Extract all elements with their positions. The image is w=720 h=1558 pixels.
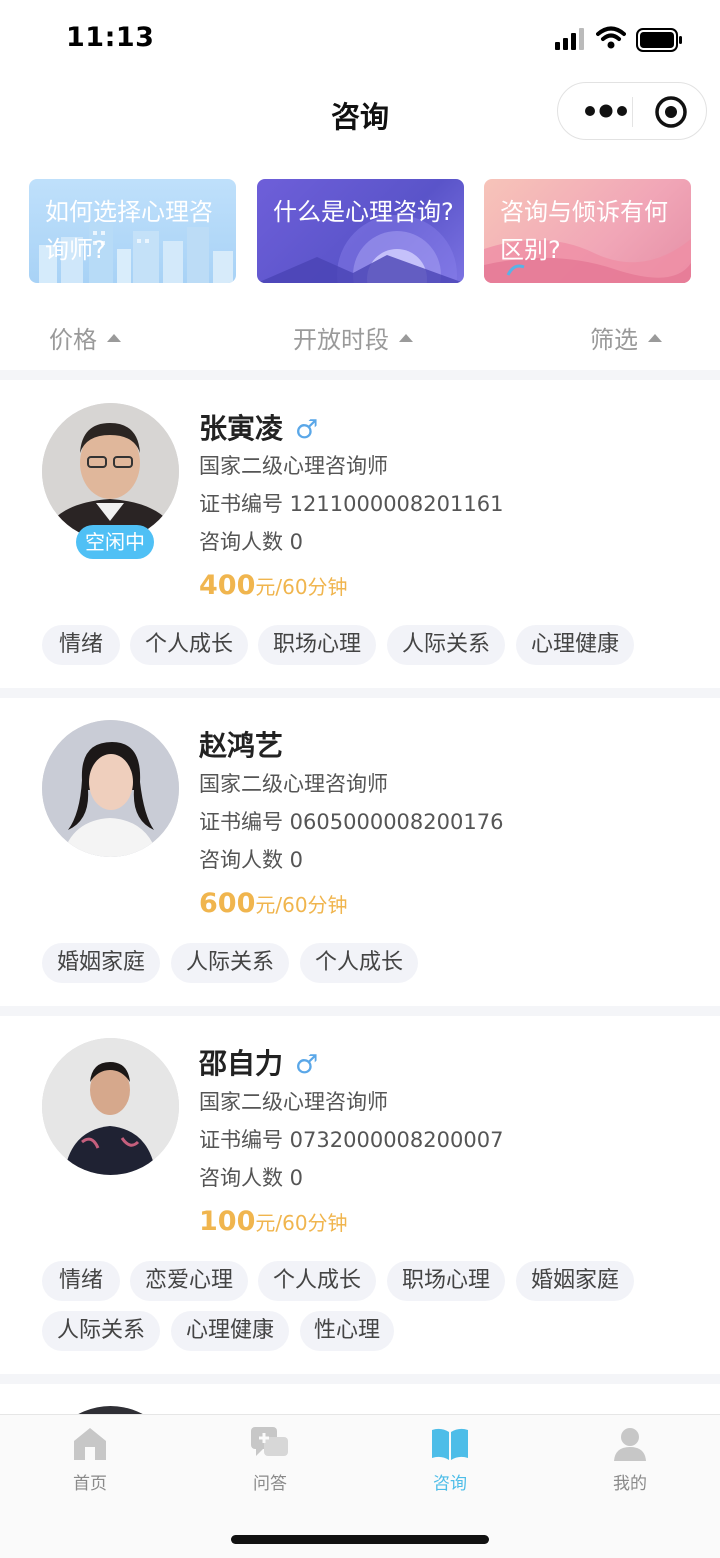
tag[interactable]: 情绪 bbox=[42, 1261, 120, 1301]
sort-up-icon bbox=[648, 334, 662, 342]
qa-icon bbox=[251, 1427, 288, 1456]
banner-what-is-counseling[interactable]: 什么是心理咨询? bbox=[257, 179, 464, 283]
miniprogram-capsule bbox=[557, 82, 707, 140]
tag[interactable]: 性心理 bbox=[300, 1311, 394, 1351]
certificate-number: 证书编号 0605000008200176 bbox=[199, 810, 504, 834]
tag[interactable]: 恋爱心理 bbox=[130, 1261, 248, 1301]
counselor-card[interactable]: 空闲中 张寅凌 ♂ 国家二级心理咨询师 证书编号 1211000008201161… bbox=[0, 380, 720, 688]
avatar bbox=[42, 403, 179, 540]
tag[interactable]: 个人成长 bbox=[300, 943, 418, 983]
male-icon: ♂ bbox=[295, 415, 319, 445]
counselor-title: 国家二级心理咨询师 bbox=[199, 454, 388, 478]
sort-time-slot[interactable]: 开放时段 bbox=[293, 320, 413, 355]
sort-up-icon bbox=[399, 334, 413, 342]
section-divider bbox=[0, 1006, 720, 1016]
certificate-number: 证书编号 0732000008200007 bbox=[199, 1128, 504, 1152]
sort-price[interactable]: 价格 bbox=[49, 320, 121, 355]
price: 600元/60分钟 bbox=[199, 888, 348, 919]
counselor-card[interactable]: 赵鸿艺 国家二级心理咨询师 证书编号 0605000008200176 咨询人数… bbox=[0, 698, 720, 1006]
avatar bbox=[42, 1038, 179, 1175]
male-icon: ♂ bbox=[295, 1050, 319, 1080]
section-divider bbox=[0, 1374, 720, 1384]
capsule-divider bbox=[632, 97, 633, 127]
banner-how-to-choose[interactable]: 如何选择心理咨询师? bbox=[29, 179, 236, 283]
banner-row: 如何选择心理咨询师? 什么是心理咨询? 咨询与倾诉有何区别? bbox=[29, 179, 691, 283]
counselor-name: 张寅凌 ♂ bbox=[199, 412, 319, 445]
counselor-name: 赵鸿艺 bbox=[199, 729, 284, 762]
avatar bbox=[42, 1406, 179, 1414]
section-divider bbox=[0, 688, 720, 698]
price: 100元/60分钟 bbox=[199, 1206, 348, 1237]
avatar bbox=[42, 720, 179, 857]
tag[interactable]: 情绪 bbox=[42, 625, 120, 665]
book-icon bbox=[432, 1428, 468, 1460]
battery-icon bbox=[636, 28, 682, 52]
tag[interactable]: 心理健康 bbox=[516, 625, 634, 665]
tag[interactable]: 人际关系 bbox=[171, 943, 289, 983]
tag[interactable]: 职场心理 bbox=[387, 1261, 505, 1301]
tag[interactable]: 心理健康 bbox=[171, 1311, 289, 1351]
home-indicator bbox=[231, 1535, 489, 1544]
filter-button[interactable]: 筛选 bbox=[590, 320, 662, 355]
tab-home[interactable]: 首页 bbox=[40, 1425, 140, 1494]
counselor-title: 国家二级心理咨询师 bbox=[199, 772, 388, 796]
home-icon bbox=[74, 1428, 106, 1460]
tab-mine[interactable]: 我的 bbox=[580, 1425, 680, 1494]
sort-up-icon bbox=[107, 334, 121, 342]
status-bar: 11:13 bbox=[0, 0, 720, 80]
banner-difference[interactable]: 咨询与倾诉有何区别? bbox=[484, 179, 691, 283]
tag[interactable]: 个人成长 bbox=[258, 1261, 376, 1301]
tag[interactable]: 人际关系 bbox=[42, 1311, 160, 1351]
availability-badge: 空闲中 bbox=[76, 525, 154, 559]
tag[interactable]: 婚姻家庭 bbox=[516, 1261, 634, 1301]
tag[interactable]: 人际关系 bbox=[387, 625, 505, 665]
wifi-icon bbox=[596, 26, 626, 49]
consult-count: 咨询人数 0 bbox=[199, 1166, 304, 1190]
consult-count: 咨询人数 0 bbox=[199, 530, 304, 554]
tag[interactable]: 婚姻家庭 bbox=[42, 943, 160, 983]
counselor-title: 国家二级心理咨询师 bbox=[199, 1090, 388, 1114]
counselor-name: 邵自力 ♂ bbox=[199, 1047, 319, 1080]
close-miniprogram-icon[interactable] bbox=[654, 95, 688, 129]
certificate-number: 证书编号 1211000008201161 bbox=[199, 492, 504, 516]
counselor-card[interactable]: 邵自力 ♂ 国家二级心理咨询师 证书编号 0732000008200007 咨询人… bbox=[0, 1016, 720, 1374]
section-divider bbox=[0, 370, 720, 380]
consult-count: 咨询人数 0 bbox=[199, 848, 304, 872]
sort-bar: 价格 开放时段 筛选 bbox=[0, 310, 720, 362]
banner-text: 咨询与倾诉有何区别? bbox=[500, 198, 668, 264]
tab-qa[interactable]: 问答 bbox=[220, 1425, 320, 1494]
tab-consult[interactable]: 咨询 bbox=[400, 1425, 500, 1494]
user-icon bbox=[614, 1428, 646, 1461]
more-icon[interactable] bbox=[580, 101, 632, 121]
nav-bar: 咨询 bbox=[0, 82, 720, 144]
tag[interactable]: 职场心理 bbox=[258, 625, 376, 665]
banner-text: 什么是心理咨询? bbox=[273, 198, 454, 226]
cellular-signal-icon bbox=[555, 28, 584, 50]
price: 400元/60分钟 bbox=[199, 570, 348, 601]
counselor-card-partial[interactable] bbox=[0, 1384, 720, 1414]
banner-text: 如何选择心理咨询师? bbox=[45, 198, 213, 264]
tag[interactable]: 个人成长 bbox=[130, 625, 248, 665]
status-time: 11:13 bbox=[66, 22, 155, 53]
